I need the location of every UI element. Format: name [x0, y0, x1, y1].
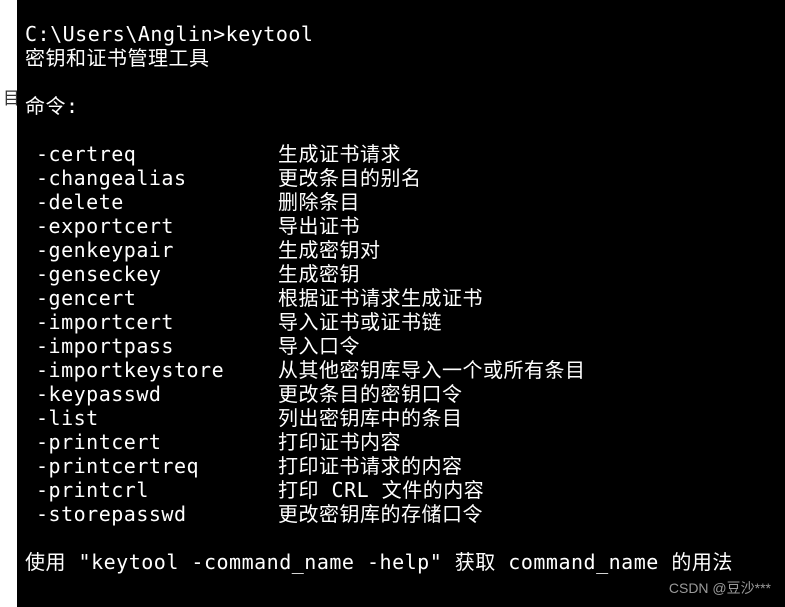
command-row: -genkeypair生成密钥对 — [25, 238, 777, 262]
command-name: -exportcert — [25, 214, 278, 238]
command-desc: 从其他密钥库导入一个或所有条目 — [278, 358, 777, 382]
command-row: -list列出密钥库中的条目 — [25, 406, 777, 430]
command-desc: 导出证书 — [278, 214, 777, 238]
command-row: -importpass导入口令 — [25, 334, 777, 358]
command-desc: 生成密钥 — [278, 262, 777, 286]
command-row: -storepasswd更改密钥库的存储口令 — [25, 502, 777, 526]
command-desc: 更改条目的密钥口令 — [278, 382, 777, 406]
command-name: -changealias — [25, 166, 278, 190]
command-name: -printcrl — [25, 478, 278, 502]
blank-line — [25, 118, 777, 142]
command-name: -importpass — [25, 334, 278, 358]
command-row: -changealias更改条目的别名 — [25, 166, 777, 190]
command-desc: 根据证书请求生成证书 — [278, 286, 777, 310]
command-desc: 列出密钥库中的条目 — [278, 406, 777, 430]
command-row: -genseckey生成密钥 — [25, 262, 777, 286]
command-name: -keypasswd — [25, 382, 278, 406]
command-name: -storepasswd — [25, 502, 278, 526]
command-row: -certreq生成证书请求 — [25, 142, 777, 166]
command-row: -exportcert导出证书 — [25, 214, 777, 238]
command-desc: 导入证书或证书链 — [278, 310, 777, 334]
prompt-line: C:\Users\Anglin>keytool — [25, 22, 777, 46]
command-row: -printcertreq打印证书请求的内容 — [25, 454, 777, 478]
command-row: -delete删除条目 — [25, 190, 777, 214]
prompt-path: C:\Users\Anglin> — [25, 22, 226, 46]
command-name: -list — [25, 406, 278, 430]
command-name: -importcert — [25, 310, 278, 334]
entered-command: keytool — [226, 22, 314, 46]
blank-line — [25, 526, 777, 550]
command-desc: 生成证书请求 — [278, 142, 777, 166]
watermark: CSDN @豆沙*** — [669, 576, 771, 600]
command-row: -keypasswd更改条目的密钥口令 — [25, 382, 777, 406]
command-name: -importkeystore — [25, 358, 278, 382]
commands-list: -certreq生成证书请求 -changealias更改条目的别名 -dele… — [25, 142, 777, 526]
command-name: -genkeypair — [25, 238, 278, 262]
command-desc: 生成密钥对 — [278, 238, 777, 262]
usage-hint: 使用 "keytool -command_name -help" 获取 comm… — [25, 550, 777, 574]
command-desc: 打印证书内容 — [278, 430, 777, 454]
command-name: -delete — [25, 190, 278, 214]
command-desc: 打印证书请求的内容 — [278, 454, 777, 478]
command-row: -importcert导入证书或证书链 — [25, 310, 777, 334]
command-row: -printcert打印证书内容 — [25, 430, 777, 454]
command-name: -printcertreq — [25, 454, 278, 478]
command-row: -gencert根据证书请求生成证书 — [25, 286, 777, 310]
blank-line — [25, 70, 777, 94]
command-desc: 更改条目的别名 — [278, 166, 777, 190]
command-name: -gencert — [25, 286, 278, 310]
command-desc: 打印 CRL 文件的内容 — [278, 478, 777, 502]
terminal-window[interactable]: C:\Users\Anglin>keytool 密钥和证书管理工具 命令: -c… — [17, 0, 785, 607]
command-desc: 更改密钥库的存储口令 — [278, 502, 777, 526]
command-row: -importkeystore从其他密钥库导入一个或所有条目 — [25, 358, 777, 382]
tool-description: 密钥和证书管理工具 — [25, 46, 777, 70]
command-name: -printcert — [25, 430, 278, 454]
command-row: -printcrl打印 CRL 文件的内容 — [25, 478, 777, 502]
command-desc: 导入口令 — [278, 334, 777, 358]
commands-header: 命令: — [25, 94, 777, 118]
command-name: -genseckey — [25, 262, 278, 286]
command-name: -certreq — [25, 142, 278, 166]
command-desc: 删除条目 — [278, 190, 777, 214]
page-gutter: 目 — [0, 0, 17, 607]
